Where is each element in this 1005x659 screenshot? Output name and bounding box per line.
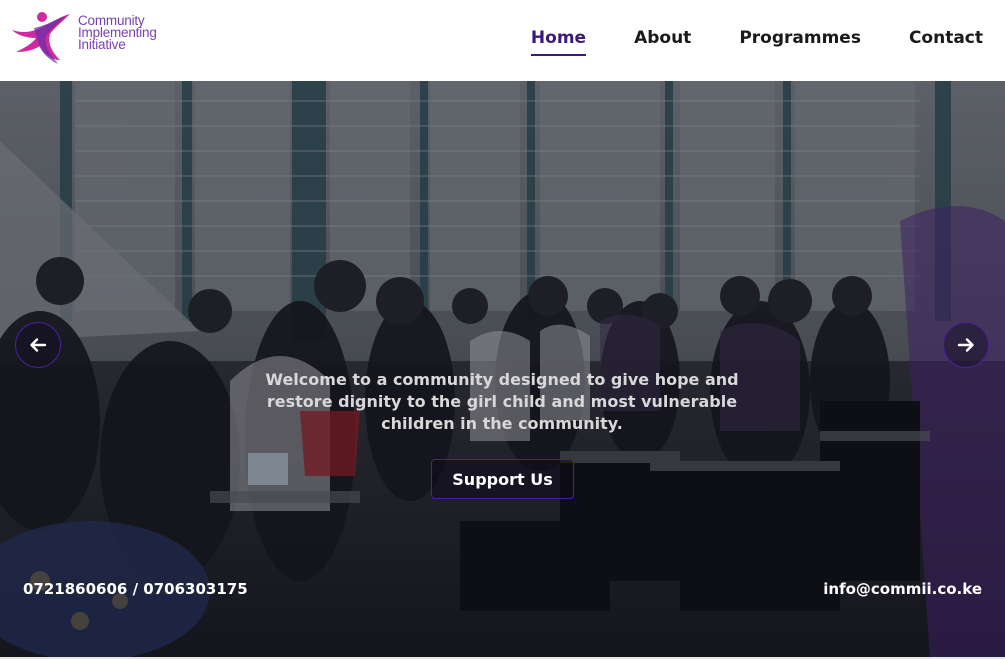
dancing-figure-logo-icon [12,12,70,64]
site-header: Community Implementing Initiative Home A… [0,0,1005,81]
logo-wordmark: Community Implementing Initiative [78,14,208,52]
carousel-next-button[interactable] [943,322,989,368]
main-nav: Home About Programmes Contact [483,28,983,56]
support-us-button[interactable]: Support Us [431,459,574,499]
contact-phone[interactable]: 0721860606 / 0706303175 [23,580,248,598]
arrow-left-icon [30,338,47,352]
site-logo[interactable]: Community Implementing Initiative [4,8,204,68]
logo-line-3: Initiative [78,37,126,52]
hero-carousel: Welcome to a community designed to give … [0,81,1005,657]
nav-home[interactable]: Home [530,28,587,56]
arrow-right-icon [957,338,974,352]
carousel-prev-button[interactable] [15,322,61,368]
nav-programmes[interactable]: Programmes [739,28,861,56]
nav-contact[interactable]: Contact [909,28,983,56]
contact-email[interactable]: info@commii.co.ke [823,580,982,598]
nav-about[interactable]: About [634,28,691,56]
hero-tagline: Welcome to a community designed to give … [265,370,739,433]
